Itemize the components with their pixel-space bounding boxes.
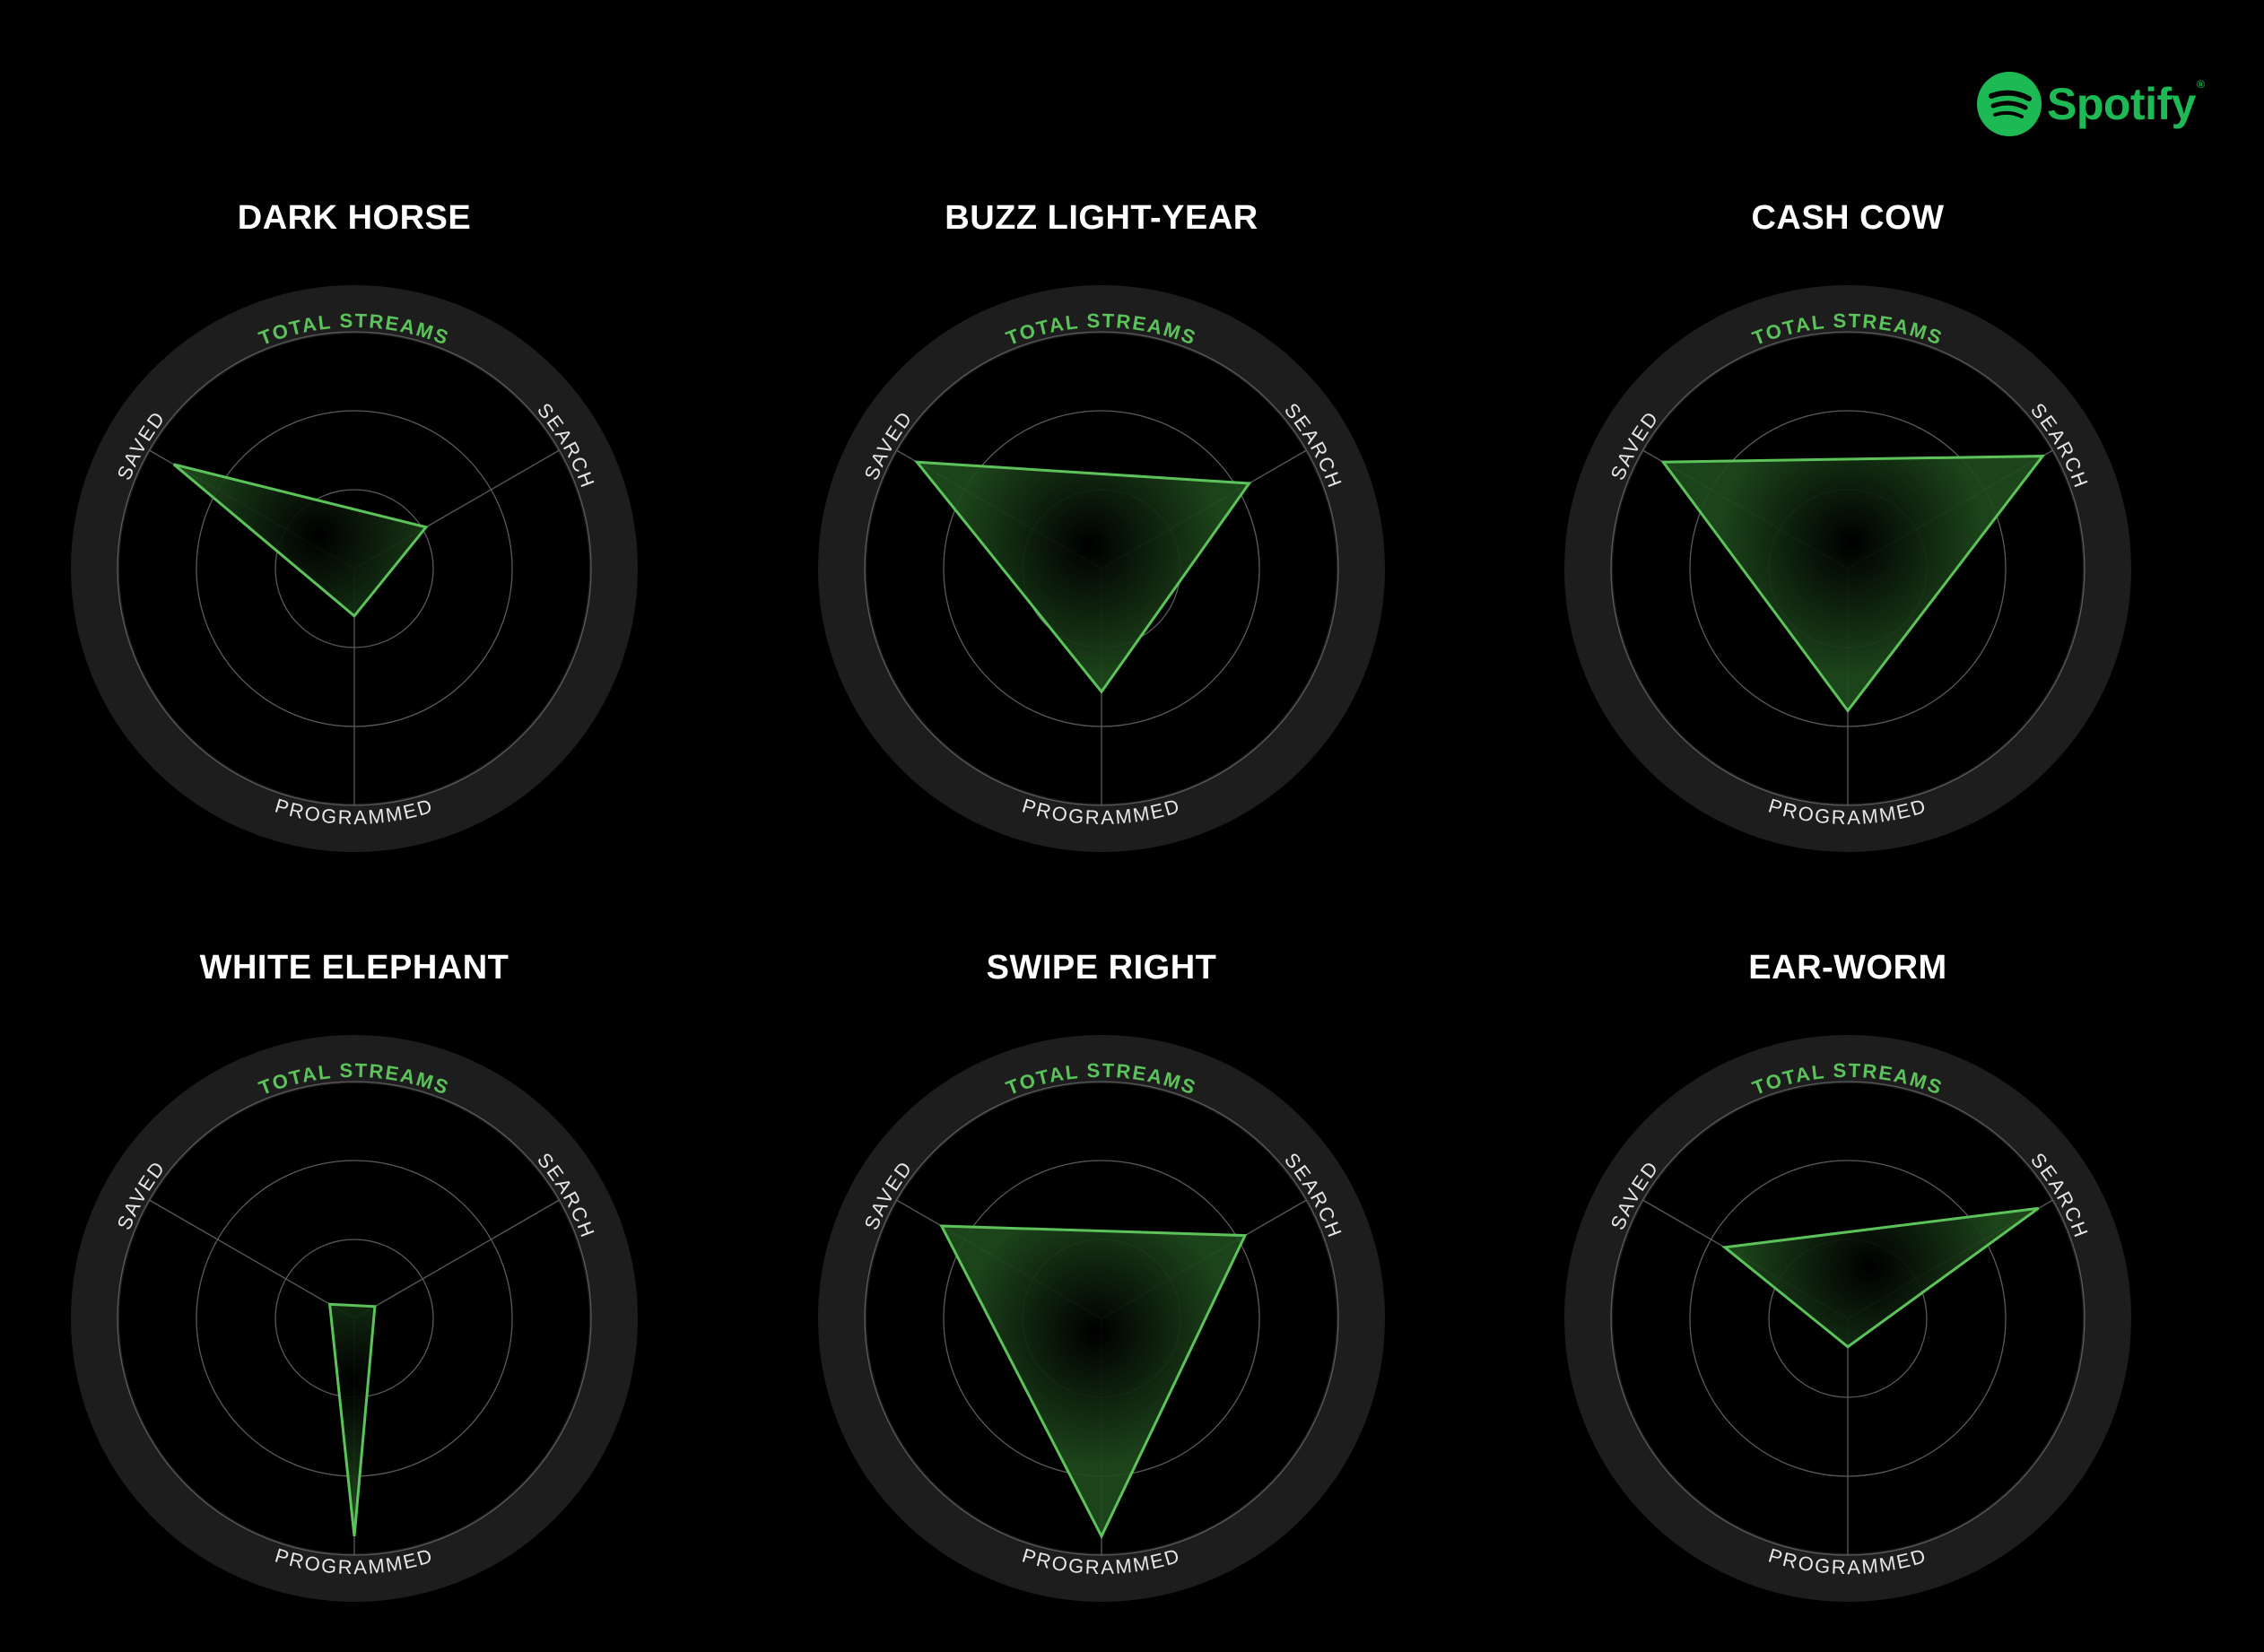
spotify-wordmark: Spotify® (2047, 78, 2205, 129)
chart-title: DARK HORSE (237, 199, 472, 237)
data-polygon (1660, 455, 2046, 713)
radar-chart-swipe-right: SWIPE RIGHT TOTAL STREAMS SEARCH PROGRAMMED… (761, 949, 1442, 1648)
chart-title: SWIPE RIGHT (986, 949, 1217, 987)
data-polygon (172, 463, 429, 618)
radar-chart-white-elephant: WHITE ELEPHANT TOTAL STREAMS SEARCH PROGRAM… (13, 949, 695, 1648)
radar-plot: TOTAL STREAMSSEARCHPROGRAMMEDSAVED (818, 1035, 1385, 1602)
radar-chart-dark-horse: DARK HORSE TOTAL STREAMS SEARCH PROGRAMMED S… (13, 199, 695, 899)
data-polygon (1721, 1206, 2040, 1349)
radar-plot: TOTAL STREAMSSEARCHPROGRAMMEDSAVED (71, 285, 638, 852)
data-polygon (939, 1224, 1248, 1540)
radar-plot: TOTAL STREAMSSEARCHPROGRAMMEDSAVED (818, 285, 1385, 852)
data-polygon (327, 1302, 377, 1537)
axis-line-search (353, 1199, 560, 1319)
chart-title: CASH COW (1751, 199, 1945, 237)
chart-title: WHITE ELEPHANT (199, 949, 509, 987)
data-polygon (913, 460, 1252, 694)
radar-chart-cash-cow: CASH COW TOTAL STREAMS SEARCH PROGRAMMED SAV… (1507, 199, 2189, 899)
radar-plot: TOTAL STREAMSSEARCHPROGRAMMEDSAVED (1564, 285, 2131, 852)
spotify-logo-icon (1977, 72, 2042, 136)
radar-plot: TOTAL STREAMSSEARCHPROGRAMMEDSAVED (71, 1035, 638, 1602)
radar-plot: TOTAL STREAMSSEARCHPROGRAMMEDSAVED (1564, 1035, 2131, 1602)
chart-title: BUZZ LIGHT-YEAR (945, 199, 1258, 237)
spotify-logo: Spotify® (1977, 72, 2205, 136)
chart-title: EAR-WORM (1748, 949, 1947, 987)
radar-chart-ear-worm: EAR-WORM TOTAL STREAMS SEARCH PROGRAMMED SAV… (1507, 949, 2189, 1648)
axis-line-saved (149, 1199, 355, 1319)
radar-chart-buzz-light-year: BUZZ LIGHT-YEAR TOTAL STREAMS SEARCH PROGRA… (761, 199, 1442, 899)
